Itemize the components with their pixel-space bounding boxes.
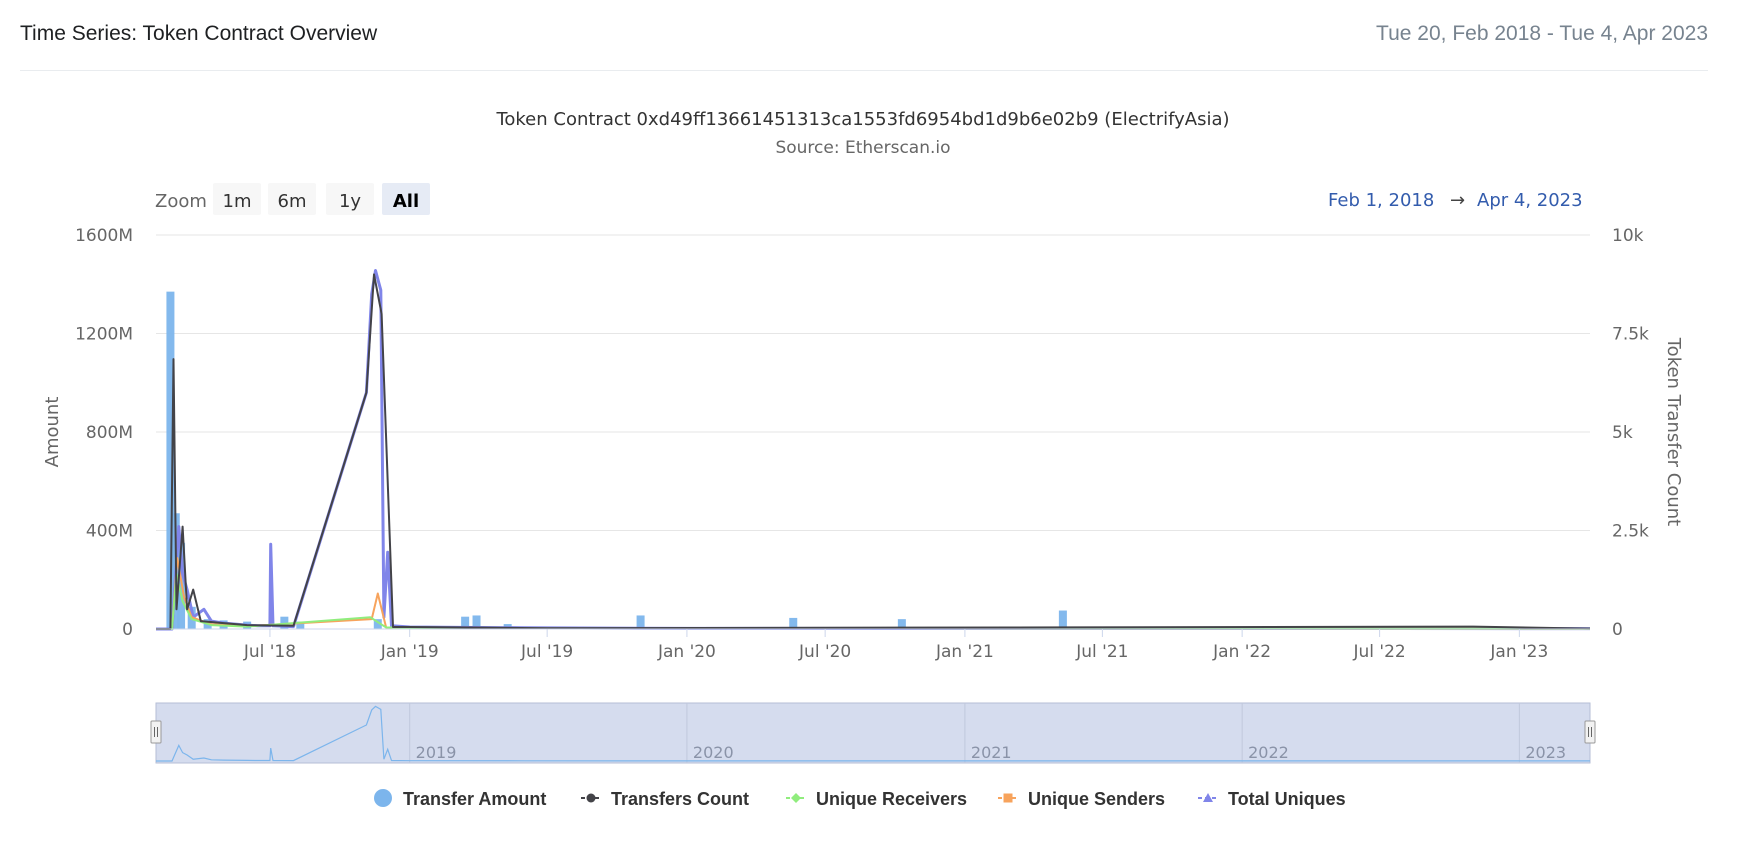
legend-label: Unique Senders (1028, 789, 1165, 809)
range-from[interactable]: Feb 1, 2018 (1328, 190, 1434, 211)
x-tick-label: Jan '19 (380, 642, 439, 662)
legend-item-unique-senders[interactable]: Unique Senders (998, 789, 1165, 809)
legend-item-total-uniques[interactable]: Total Uniques (1198, 789, 1346, 809)
range-to[interactable]: Apr 4, 2023 (1477, 190, 1583, 211)
chart-subtitle: Source: Etherscan.io (775, 138, 950, 158)
y-left-tick-label: 0 (122, 620, 133, 640)
legend-item-transfer-amount[interactable]: Transfer Amount (374, 789, 546, 809)
zoom-button-label: 1y (339, 191, 361, 212)
y-axis-right-title: Token Transfer Count (1663, 337, 1684, 527)
navigator-year-label: 2023 (1525, 743, 1566, 762)
y-right-tick-label: 2.5k (1612, 522, 1649, 542)
series-line-unique-receivers (156, 572, 1591, 630)
zoom-button-group: 1m 6m 1y All (213, 183, 430, 215)
legend-label: Total Uniques (1228, 789, 1346, 809)
x-tick-label: Jul '21 (1075, 642, 1128, 662)
legend-item-transfers-count[interactable]: Transfers Count (581, 789, 749, 809)
chart-svg: Token Contract 0xd49ff13661451313ca1553f… (42, 109, 1684, 809)
navigator-year-label: 2020 (693, 743, 734, 762)
y-axis-right-ticks: 0 2.5k 5k 7.5k 10k (1612, 226, 1649, 640)
navigator-year-label: 2022 (1248, 743, 1289, 762)
transfer-amount-columns (166, 291, 1067, 629)
x-tick-label: Jul '18 (243, 642, 296, 662)
x-tick-label: Jan '22 (1212, 642, 1271, 662)
legend-symbol-circle (374, 789, 392, 807)
zoom-button-label: All (393, 191, 419, 212)
y-left-tick-label: 400M (86, 522, 133, 542)
transfer-amount-bar (1058, 610, 1067, 629)
range-arrow: → (1450, 190, 1465, 211)
zoom-button-label: 1m (223, 191, 252, 212)
x-tick-label: Jul '22 (1352, 642, 1405, 662)
zoom-button-All[interactable]: All (382, 183, 430, 215)
y-left-tick-label: 800M (86, 423, 133, 443)
grid-lines (156, 234, 1590, 531)
x-axis-ticks: Jul '18 Jan '19 Jul '19 Jan '20 Jul '20 Jan '… (243, 629, 1548, 662)
x-tick-label: Jan '21 (935, 642, 994, 662)
y-right-tick-label: 5k (1612, 423, 1633, 443)
navigator[interactable]: 2019 2020 2021 2022 2023 (150, 702, 1596, 764)
navigator-right-handle[interactable] (1584, 720, 1596, 744)
y-left-tick-label: 1600M (75, 226, 133, 246)
x-tick-label: Jul '20 (798, 642, 851, 662)
zoom-button-6m[interactable]: 6m (268, 183, 316, 215)
y-right-tick-label: 7.5k (1612, 325, 1649, 345)
navigator-year-label: 2019 (416, 743, 457, 762)
legend-marker-triangle (1203, 793, 1213, 802)
x-tick-label: Jul '19 (520, 642, 573, 662)
navigator-left-handle[interactable] (150, 720, 162, 744)
zoom-label: Zoom (155, 191, 207, 212)
x-tick-label: Jan '23 (1489, 642, 1548, 662)
chart-title: Token Contract 0xd49ff13661451313ca1553f… (495, 109, 1229, 130)
zoom-button-1y[interactable]: 1y (326, 183, 374, 215)
legend-marker-circle (586, 793, 596, 803)
zoom-button-1m[interactable]: 1m (213, 183, 261, 215)
series-line-transfers-count (156, 273, 1591, 630)
y-right-tick-label: 0 (1612, 620, 1623, 640)
legend: Transfer Amount Transfers Count Unique Rec… (374, 789, 1346, 809)
legend-label: Unique Receivers (816, 789, 967, 809)
y-axis-left-ticks: 0 400M 800M 1200M 1600M (75, 226, 133, 640)
zoom-button-label: 6m (278, 191, 307, 212)
series-lines (156, 269, 1591, 631)
y-right-tick-label: 10k (1612, 226, 1644, 246)
legend-label: Transfer Amount (403, 789, 546, 809)
y-axis-left-title: Amount (42, 397, 63, 468)
navigator-year-label: 2021 (971, 743, 1012, 762)
x-tick-label: Jan '20 (657, 642, 716, 662)
legend-label: Transfers Count (611, 789, 749, 809)
y-left-tick-label: 1200M (75, 325, 133, 345)
legend-marker-square (1003, 793, 1013, 803)
legend-marker-diamond (791, 793, 801, 803)
legend-item-unique-receivers[interactable]: Unique Receivers (786, 789, 967, 809)
